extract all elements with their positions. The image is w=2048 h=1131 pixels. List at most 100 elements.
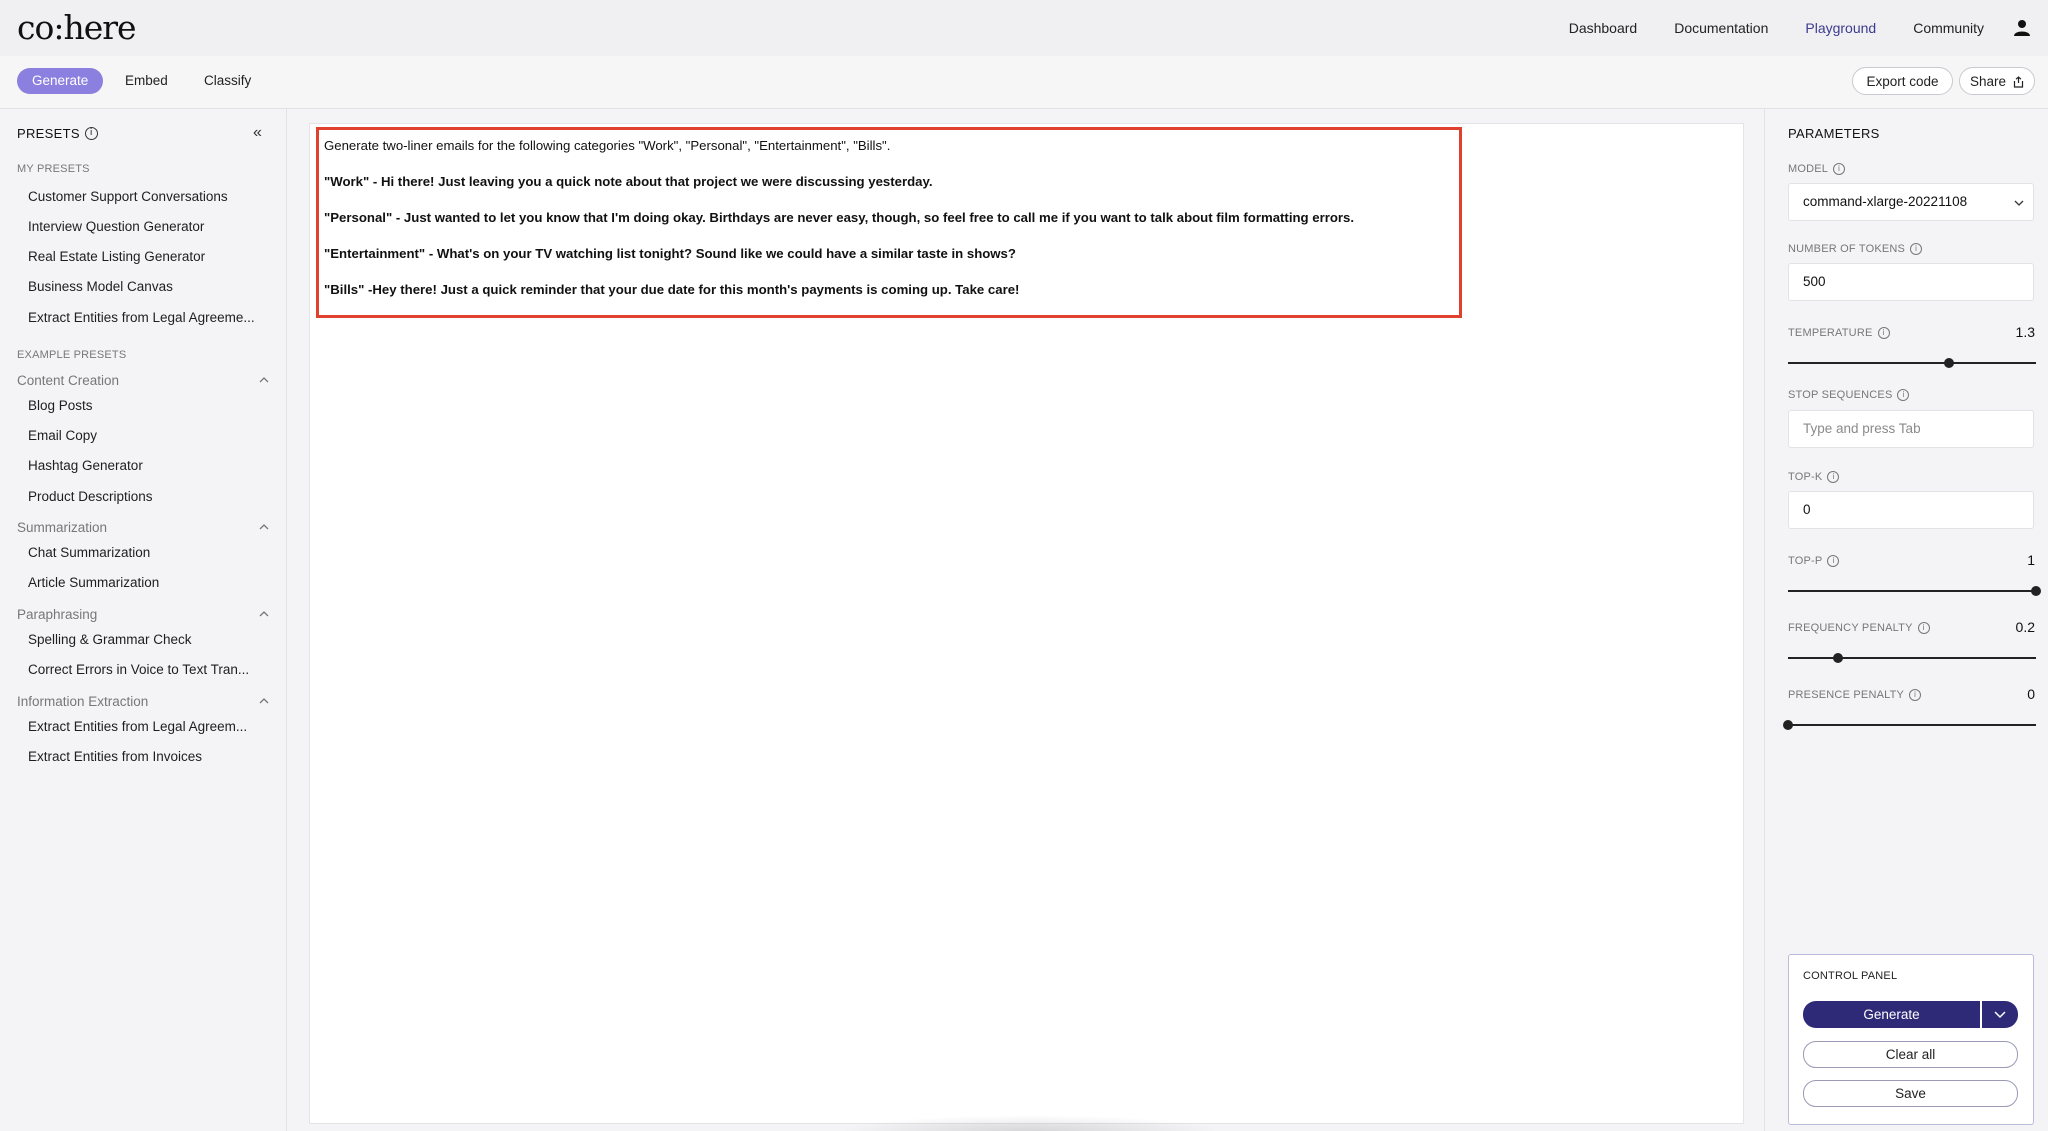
group-label: Paraphrasing [17,607,98,622]
info-icon[interactable]: i [1833,163,1846,175]
export-code-button[interactable]: Export code [1852,67,1953,95]
nav-documentation[interactable]: Documentation [1674,20,1768,36]
topp-value: 1 [2027,552,2035,568]
prompt-text[interactable]: Generate two-liner emails for the follow… [324,138,890,153]
preset-item[interactable]: Hashtag Generator [28,458,143,473]
scroll-shadow [840,1115,1220,1131]
share-label: Share [1970,74,2007,89]
presence-penalty-slider[interactable] [1783,720,2036,730]
parameters-panel: PARAMETERS MODEL i command-xlarge-202211… [1764,109,2048,1131]
slider-thumb[interactable] [2031,586,2041,596]
temperature-label-text: TEMPERATURE [1788,327,1873,339]
preset-item[interactable]: Blog Posts [28,398,93,413]
preset-item[interactable]: Extract Entities from Legal Agreem... [28,719,247,734]
preset-item[interactable]: Product Descriptions [28,489,153,504]
tokens-input[interactable]: 500 [1788,263,2034,301]
chevron-down-icon [2014,200,2024,206]
tab-generate[interactable]: Generate [17,68,104,94]
preset-item[interactable]: Email Copy [28,428,97,443]
group-content-creation[interactable]: Content Creation [17,373,269,388]
model-label-text: MODEL [1788,163,1829,175]
collapse-sidebar-icon[interactable]: « [253,124,262,142]
preset-item[interactable]: Interview Question Generator [28,219,204,234]
info-icon[interactable]: i [1917,622,1930,634]
group-label: Content Creation [17,373,120,388]
model-value: command-xlarge-20221108 [1803,194,1968,209]
info-icon[interactable]: i [1910,243,1923,255]
nav-community[interactable]: Community [1913,20,1984,36]
info-icon[interactable]: i [1877,327,1890,339]
preset-item[interactable]: Spelling & Grammar Check [28,632,192,647]
nav-links: Dashboard Documentation Playground Commu… [1569,0,1998,56]
tokens-label: NUMBER OF TOKENS i [1788,243,1923,255]
control-panel-title: CONTROL PANEL [1803,970,1898,982]
chevron-up-icon [259,698,269,704]
temperature-label: TEMPERATURE i [1788,327,1890,339]
preset-item[interactable]: Article Summarization [28,575,159,590]
generated-line[interactable]: "Work" - Hi there! Just leaving you a qu… [324,174,933,189]
generate-options-button[interactable] [1982,1001,2018,1028]
generated-line[interactable]: "Bills" -Hey there! Just a quick reminde… [324,282,1019,297]
preset-item[interactable]: Correct Errors in Voice to Text Tran... [28,662,249,677]
user-icon[interactable] [2012,18,2032,38]
presence-penalty-value: 0 [2027,686,2035,702]
temperature-value: 1.3 [2015,324,2035,340]
chevron-down-icon [1994,1011,2006,1019]
generate-button[interactable]: Generate [1803,1001,1980,1028]
mode-bar: Generate Embed Classify Export code Shar… [0,56,2048,109]
model-select[interactable]: command-xlarge-20221108 [1788,183,2034,221]
tokens-label-text: NUMBER OF TOKENS [1788,243,1906,255]
chevron-up-icon [259,524,269,530]
tab-embed[interactable]: Embed [110,68,183,94]
cohere-logo[interactable]: co:here [17,8,137,47]
frequency-penalty-value: 0.2 [2015,619,2035,635]
topp-slider[interactable] [1788,586,2041,596]
group-label: Summarization [17,520,108,535]
stop-sequences-label: STOP SEQUENCES i [1788,389,1910,401]
info-icon[interactable]: i [1897,389,1910,401]
topk-label: TOP-K i [1788,471,1840,483]
group-information-extraction[interactable]: Information Extraction [17,694,269,709]
topk-label-text: TOP-K [1788,471,1823,483]
generated-line[interactable]: "Entertainment" - What's on your TV watc… [324,246,1016,261]
group-paraphrasing[interactable]: Paraphrasing [17,607,269,622]
share-button[interactable]: Share [1959,67,2035,95]
preset-item[interactable]: Real Estate Listing Generator [28,249,205,264]
topk-input[interactable]: 0 [1788,491,2034,529]
slider-thumb[interactable] [1944,358,1955,368]
chevron-up-icon [259,377,269,383]
preset-item[interactable]: Chat Summarization [28,545,150,560]
group-summarization[interactable]: Summarization [17,520,269,535]
control-panel: CONTROL PANEL Generate Clear all Save [1788,954,2034,1125]
chevron-up-icon [259,611,269,617]
info-icon[interactable]: i [84,127,98,140]
save-button[interactable]: Save [1803,1080,2018,1107]
frequency-penalty-slider[interactable] [1788,653,2036,663]
nav-playground[interactable]: Playground [1805,20,1876,36]
info-icon[interactable]: i [1827,555,1840,567]
freq-label-text: FREQUENCY PENALTY [1788,622,1913,634]
preset-item[interactable]: Extract Entities from Legal Agreeme... [28,310,255,325]
info-icon[interactable]: i [1909,689,1922,701]
clear-all-button[interactable]: Clear all [1803,1041,2018,1068]
info-icon[interactable]: i [1827,471,1840,483]
my-presets-label: MY PRESETS [17,163,90,175]
temperature-slider[interactable] [1788,358,2036,368]
group-label: Information Extraction [17,694,149,709]
stop-label-text: STOP SEQUENCES [1788,389,1893,401]
preset-item[interactable]: Business Model Canvas [28,279,173,294]
generated-line[interactable]: "Personal" - Just wanted to let you know… [324,210,1354,225]
example-presets-label: EXAMPLE PRESETS [17,349,127,361]
share-icon [2013,76,2024,88]
top-nav: co:here Dashboard Documentation Playgrou… [0,0,2048,56]
model-label: MODEL i [1788,163,1846,175]
preset-item[interactable]: Customer Support Conversations [28,189,228,204]
preset-item[interactable]: Extract Entities from Invoices [28,749,202,764]
tab-classify[interactable]: Classify [189,68,266,94]
presets-title: PRESETS [17,126,80,141]
presets-sidebar: PRESETS i « MY PRESETS Customer Support … [0,109,287,1131]
slider-thumb[interactable] [1783,720,1793,730]
nav-dashboard[interactable]: Dashboard [1569,20,1638,36]
slider-thumb[interactable] [1832,653,1843,663]
stop-sequences-input[interactable]: Type and press Tab [1788,410,2034,448]
